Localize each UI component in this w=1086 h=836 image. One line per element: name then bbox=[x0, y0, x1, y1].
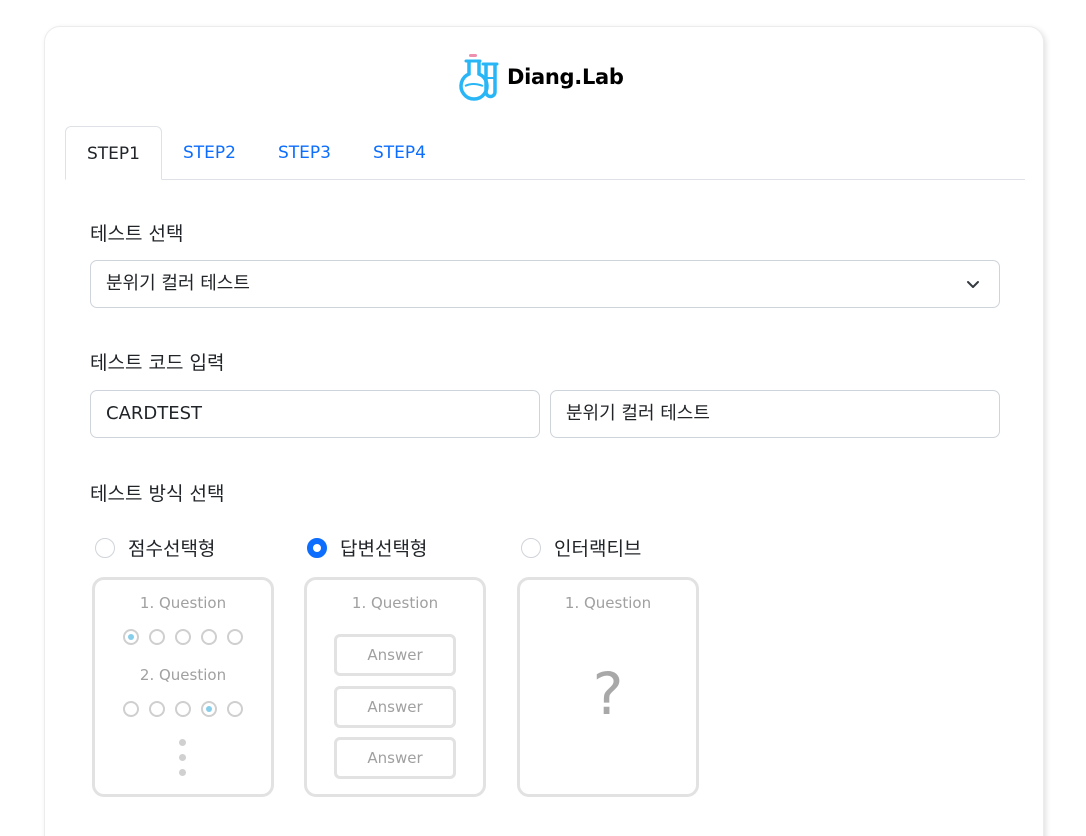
preview-question-1: 1. Question bbox=[351, 594, 439, 612]
score-dot bbox=[149, 701, 165, 717]
test-method-label: 테스트 방식 선택 bbox=[90, 483, 225, 505]
test-select-dropdown[interactable]: 분위기 컬러 테스트 bbox=[90, 260, 1000, 308]
score-dots-row-2 bbox=[123, 701, 243, 717]
radio-answer-label: 답변선택형 bbox=[340, 538, 428, 560]
preview-question-1: 1. Question bbox=[139, 594, 227, 612]
test-name-input[interactable]: 분위기 컬러 테스트 bbox=[550, 390, 1000, 438]
test-code-label: 테스트 코드 입력 bbox=[90, 352, 225, 374]
preview-answer-option: Answer bbox=[334, 686, 456, 728]
brand-name: Diang.Lab bbox=[507, 65, 624, 89]
radio-score-type[interactable]: 점수선택형 bbox=[95, 534, 215, 561]
score-dot bbox=[123, 629, 139, 645]
preview-question-1: 1. Question bbox=[564, 594, 652, 612]
step-tabs: STEP1 STEP2 STEP3 STEP4 bbox=[65, 126, 1025, 180]
score-dot bbox=[227, 629, 243, 645]
preview-score-type[interactable]: 1. Question 2. Question bbox=[92, 577, 274, 797]
score-dot bbox=[201, 629, 217, 645]
preview-question-2: 2. Question bbox=[139, 666, 227, 684]
preview-answer-type[interactable]: 1. Question Answer Answer Answer bbox=[304, 577, 486, 797]
radio-answer-type[interactable]: 답변선택형 bbox=[307, 534, 427, 561]
tab-step3[interactable]: STEP3 bbox=[257, 126, 352, 180]
question-mark-icon: ? bbox=[592, 660, 624, 728]
score-dot bbox=[175, 629, 191, 645]
test-select-label: 테스트 선택 bbox=[90, 223, 184, 245]
main-card: Diang.Lab STEP1 STEP2 STEP3 STEP4 테스트 선택… bbox=[44, 26, 1044, 836]
preview-answer-option: Answer bbox=[334, 634, 456, 676]
score-dot bbox=[149, 629, 165, 645]
radio-score-circle[interactable] bbox=[95, 537, 115, 558]
radio-interactive-circle[interactable] bbox=[521, 537, 541, 558]
score-dot bbox=[123, 701, 139, 717]
score-dot bbox=[175, 701, 191, 717]
more-vertical-dots-icon bbox=[179, 739, 186, 776]
preview-answer-option: Answer bbox=[334, 737, 456, 779]
radio-interactive-label: 인터랙티브 bbox=[554, 538, 642, 560]
radio-score-label: 점수선택형 bbox=[128, 538, 216, 560]
tab-step4[interactable]: STEP4 bbox=[352, 126, 447, 180]
chevron-down-icon bbox=[967, 281, 979, 288]
score-dot bbox=[201, 701, 217, 717]
flask-tube-logo-icon bbox=[459, 54, 499, 101]
tab-step2[interactable]: STEP2 bbox=[162, 126, 257, 180]
score-dot bbox=[227, 701, 243, 717]
brand-logo[interactable]: Diang.Lab bbox=[457, 51, 624, 103]
test-select-value: 분위기 컬러 테스트 bbox=[106, 273, 250, 294]
tab-step1[interactable]: STEP1 bbox=[65, 126, 162, 180]
radio-answer-circle[interactable] bbox=[307, 537, 327, 558]
radio-interactive-type[interactable]: 인터랙티브 bbox=[521, 534, 641, 561]
score-dots-row-1 bbox=[123, 629, 243, 645]
preview-interactive-type[interactable]: 1. Question ? bbox=[517, 577, 699, 797]
test-code-input[interactable]: CARDTEST bbox=[90, 390, 540, 438]
